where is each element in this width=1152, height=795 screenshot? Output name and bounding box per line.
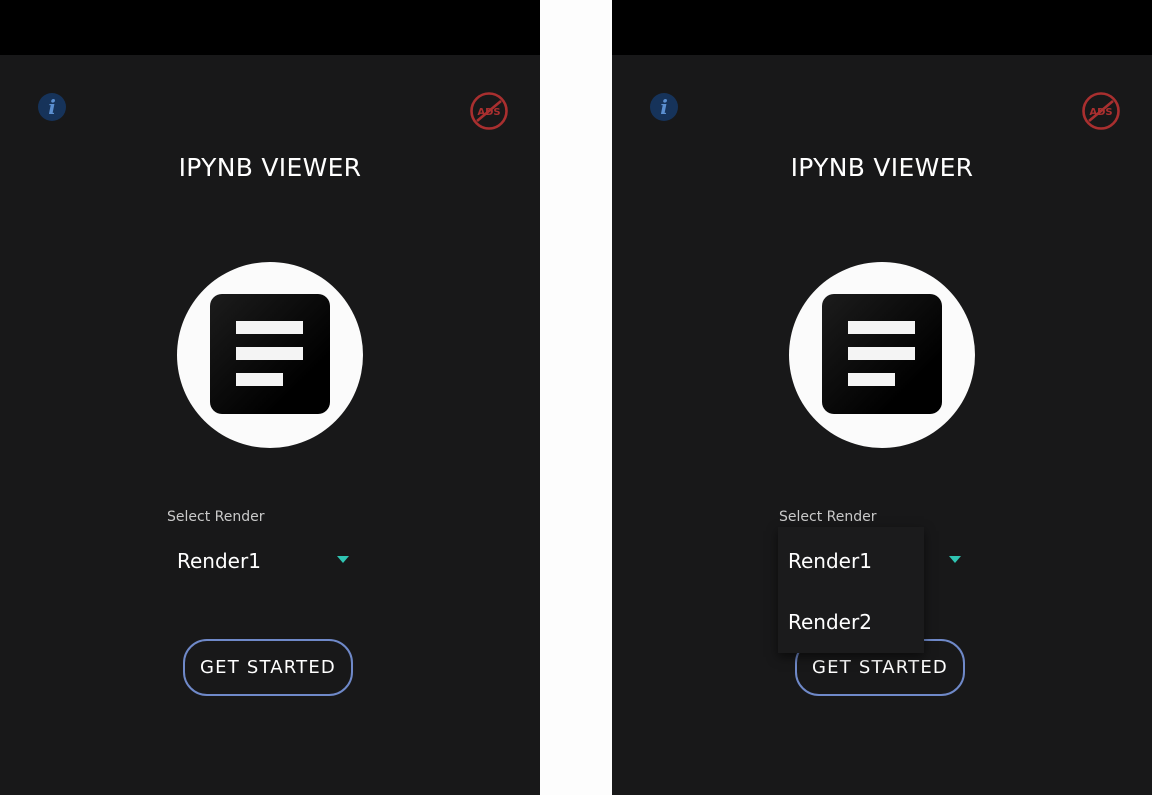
app-logo [177,262,363,448]
dropdown-option-render1[interactable]: Render1 [778,529,924,589]
render-dropdown-menu: Render1 Render2 [778,527,924,653]
dropdown-arrow-icon [337,556,349,563]
dropdown-option-render2[interactable]: Render2 [778,590,924,650]
info-icon: i [48,94,56,119]
dropdown-option-label: Render1 [788,549,872,573]
info-icon: i [660,94,668,119]
app-title: IPYNB VIEWER [790,153,974,182]
remove-ads-button[interactable]: ADS [1081,91,1121,131]
select-render-label: Select Render [167,509,265,525]
app-title: IPYNB VIEWER [178,153,362,182]
no-ads-icon: ADS [470,92,508,130]
phone-screen-left: i ADS IPYNB VIEWER Select Render Render1… [0,0,540,795]
info-button[interactable]: i [650,93,678,121]
status-bar [0,0,540,55]
info-button[interactable]: i [38,93,66,121]
phone-screen-right: i ADS IPYNB VIEWER Select Render GET STA… [612,0,1152,795]
ads-text: ADS [477,107,500,118]
dropdown-option-label: Render2 [788,610,872,634]
ads-text: ADS [1089,107,1112,118]
render-select-value: Render1 [177,549,261,573]
select-render-label: Select Render [779,509,877,525]
dropdown-arrow-icon[interactable] [949,556,961,563]
get-started-button[interactable]: GET STARTED [183,639,353,696]
status-bar [612,0,1152,55]
render-select[interactable]: Render1 [167,540,357,580]
no-ads-icon: ADS [1082,92,1120,130]
remove-ads-button[interactable]: ADS [469,91,509,131]
document-icon [210,294,330,414]
app-logo [789,262,975,448]
document-icon [822,294,942,414]
